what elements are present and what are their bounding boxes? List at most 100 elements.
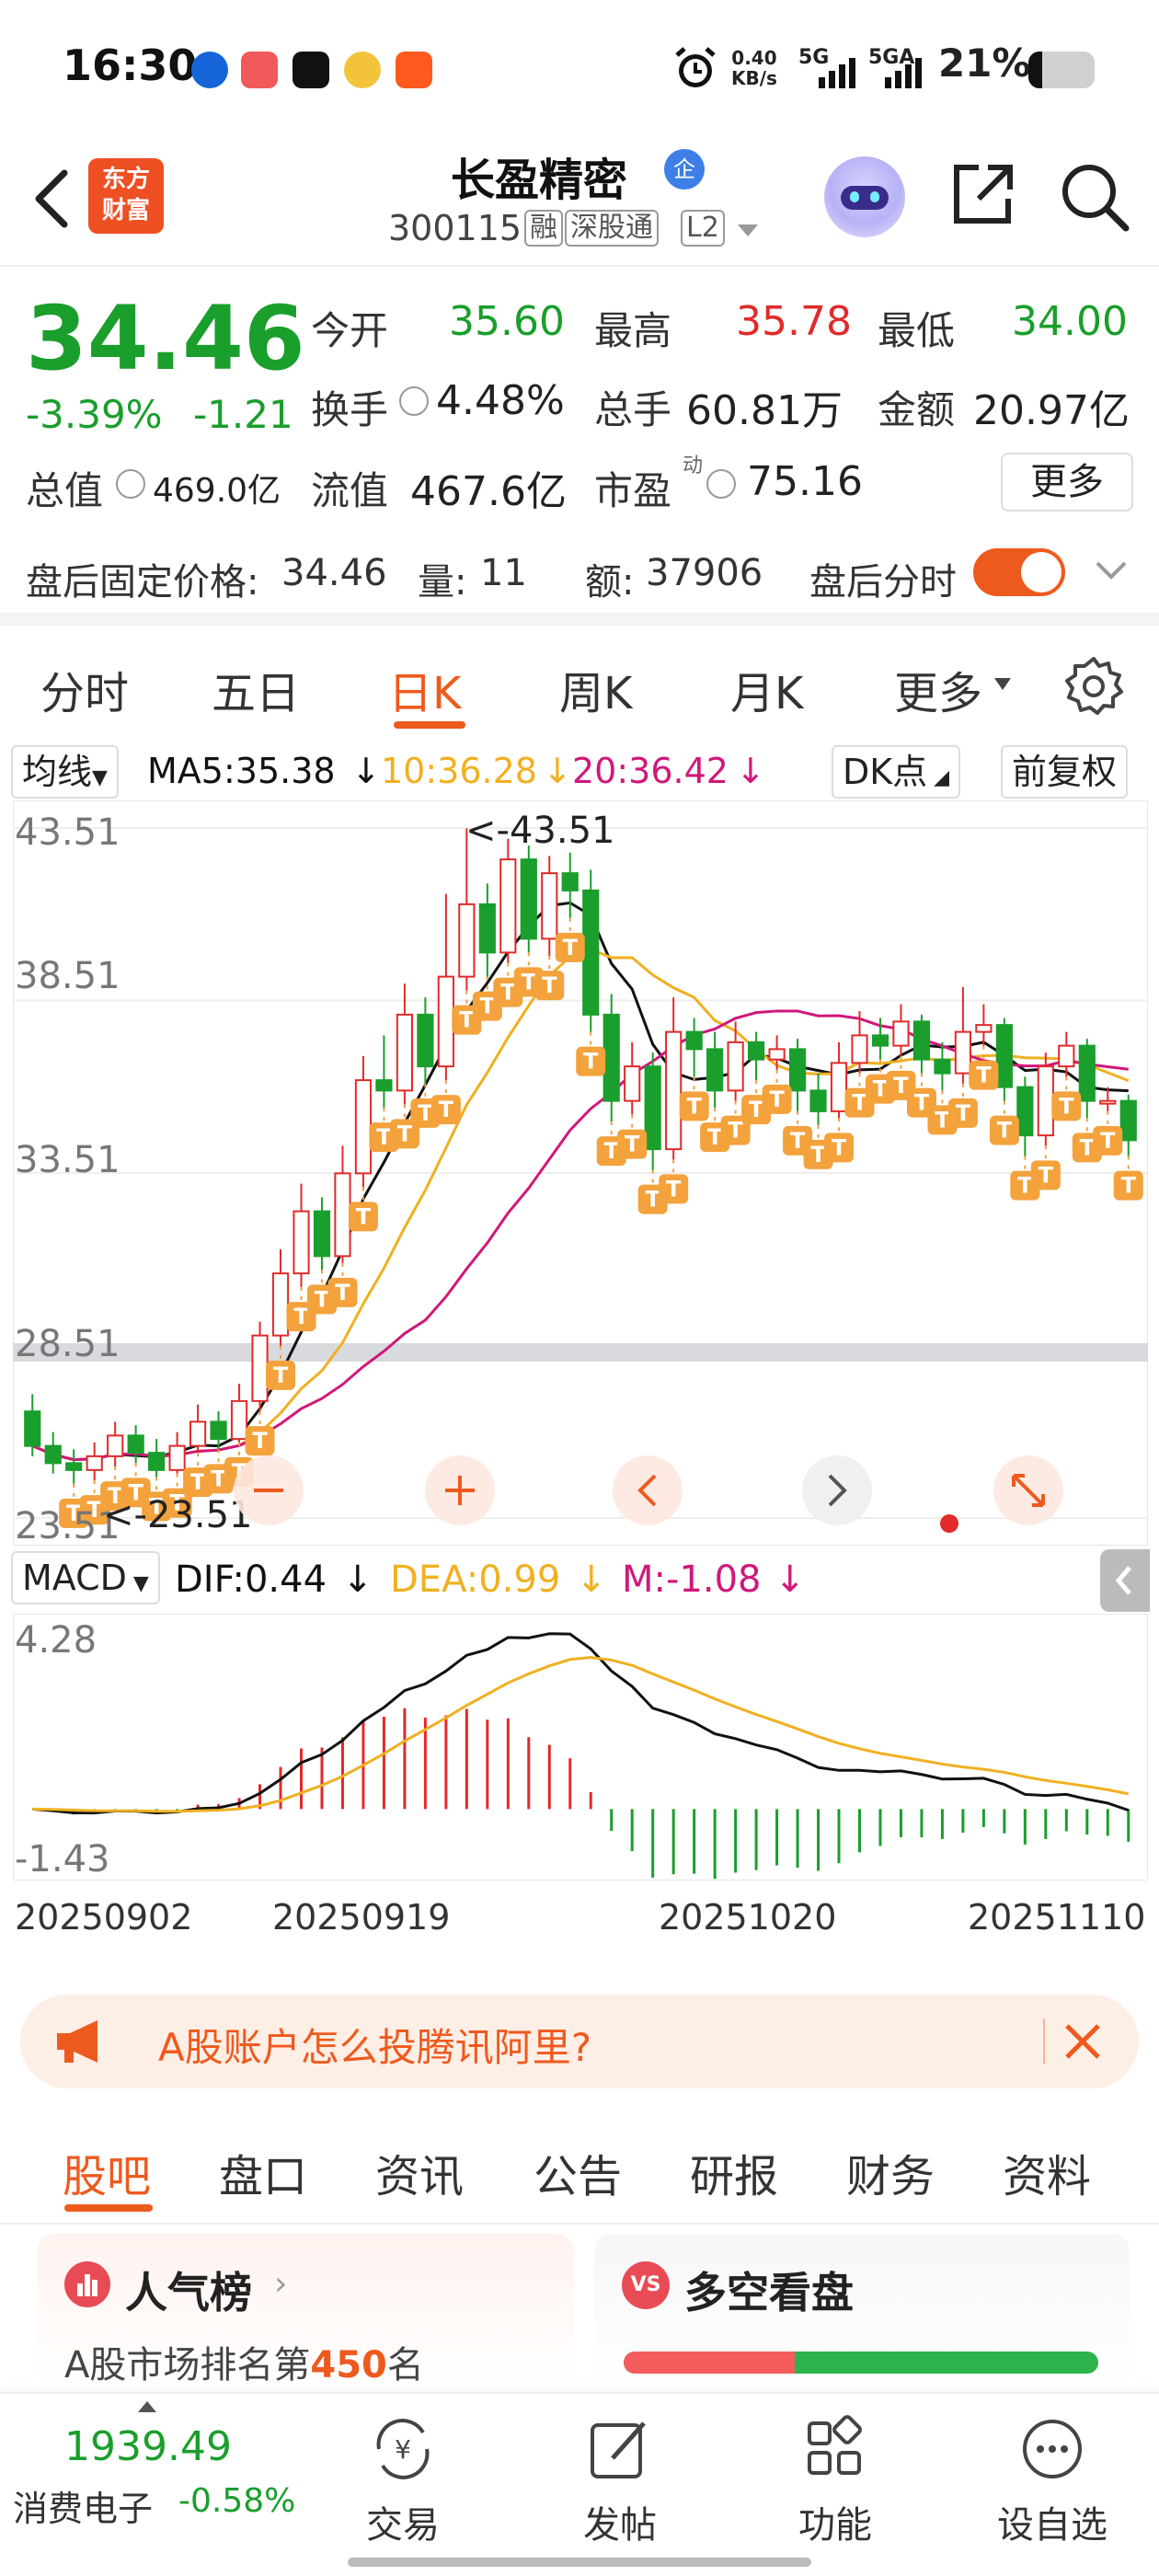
tab-monthly-k[interactable]: 月K <box>730 657 803 721</box>
date-label: 20250919 <box>272 1897 451 1938</box>
signal-t-label: T <box>376 1124 392 1150</box>
tab-timeshare[interactable]: 分时 <box>40 657 129 721</box>
candle-body <box>934 1058 951 1075</box>
dea-arrow: ↓ <box>576 1558 607 1601</box>
popularity-title: 人气榜 <box>125 2268 252 2317</box>
tab-five-day[interactable]: 五日 <box>212 657 300 721</box>
ma-type-selector[interactable]: 均线▼ <box>11 745 119 799</box>
popularity-card[interactable]: 人气榜 › A股市场排名第450名 <box>37 2234 574 2390</box>
pe-superscript: 动 <box>683 454 704 477</box>
candle-body <box>788 1048 807 1092</box>
tab-more[interactable]: 更多 <box>894 657 982 721</box>
quote-panel: 34.46 -3.39% -1.21 今开 35.60 最高 35.78 最低 … <box>0 267 1159 626</box>
ad-banner[interactable]: A股账户怎么投腾讯阿里? <box>20 1995 1139 2088</box>
bull-bear-card[interactable]: VS 多空看盘 <box>594 2234 1130 2390</box>
low-value: 34.00 <box>1012 298 1128 345</box>
share-icon[interactable] <box>947 160 1017 230</box>
kline-chart[interactable]: T TT TT TT TTTTT TTT TT TTTT T TTTT TT TTT TT TTT TTT T… <box>13 800 1148 1546</box>
stock-name: 长盈精密 <box>451 155 628 206</box>
bull-bear-title: 多空看盘 <box>684 2268 854 2317</box>
post-amount-value: 37906 <box>646 552 763 594</box>
pe-value: 75.16 <box>747 458 863 505</box>
macd-chart[interactable]: 4.28 -1.43 <box>13 1614 1148 1880</box>
tab-news[interactable]: 资讯 <box>375 2140 464 2204</box>
turnover-value: 4.48% <box>436 377 565 424</box>
post-button[interactable]: 发帖 <box>546 2412 694 2548</box>
signal-t-label: T <box>666 1176 682 1202</box>
settings-gear-icon[interactable] <box>1061 653 1126 718</box>
open-value: 35.60 <box>449 298 565 345</box>
functions-button[interactable]: 功能 <box>762 2412 909 2548</box>
date-label: 20251020 <box>659 1897 837 1938</box>
macd-y-bottom: -1.43 <box>15 1838 110 1880</box>
enterprise-badge: 企 <box>664 149 705 190</box>
back-arrow-icon[interactable] <box>26 162 81 236</box>
dk-point-button[interactable]: DK点 ◢ <box>832 745 961 799</box>
chevron-down-icon[interactable] <box>1095 559 1128 581</box>
candle-body <box>417 1013 434 1068</box>
ai-assistant-icon[interactable] <box>824 156 905 237</box>
more-button[interactable]: 更多 <box>1001 453 1133 512</box>
signal-t-label: T <box>728 1118 743 1144</box>
signal-t-label: T <box>459 1007 475 1033</box>
tab-daily-k[interactable]: 日K <box>388 657 461 721</box>
candle-body <box>665 1030 683 1151</box>
candle-body <box>541 872 558 940</box>
signal-t-label: T <box>480 994 496 1019</box>
tab-announcements[interactable]: 公告 <box>534 2140 622 2204</box>
candle-body <box>293 1210 310 1275</box>
info-icon[interactable] <box>116 469 145 499</box>
sector-index-widget[interactable]: 1939.49 消费电子 -0.58% <box>6 2401 309 2567</box>
tab-profile[interactable]: 资料 <box>1003 2140 1091 2204</box>
tab-research[interactable]: 研报 <box>690 2140 778 2204</box>
signal-t-label: T <box>315 1286 330 1312</box>
fullscreen-button[interactable] <box>993 1455 1063 1525</box>
dropdown-arrow-icon[interactable] <box>736 223 760 239</box>
high-value: 35.78 <box>736 298 852 345</box>
dropdown-arrow-icon[interactable] <box>993 677 1012 692</box>
info-icon[interactable] <box>706 469 736 499</box>
signal-t-label: T <box>522 969 537 995</box>
tab-guba[interactable]: 股吧 <box>63 2140 151 2204</box>
amount-value: 20.97亿 <box>973 387 1130 434</box>
candle-body <box>230 1399 248 1441</box>
signal-t-label: T <box>356 1203 372 1229</box>
close-icon[interactable] <box>1063 2022 1102 2061</box>
weibo-icon <box>344 52 381 88</box>
reference-band <box>13 1343 1148 1362</box>
zoom-in-button[interactable] <box>425 1455 495 1525</box>
stock-code: 300115 <box>388 208 522 248</box>
signal-t-label: T <box>542 972 557 998</box>
scroll-right-button[interactable] <box>802 1455 872 1525</box>
app-notification-icon <box>191 52 228 88</box>
tab-orderbook[interactable]: 盘口 <box>219 2140 307 2204</box>
volume-label: 总手 <box>594 387 672 432</box>
collapse-panel-button[interactable] <box>1100 1549 1150 1612</box>
signal-t-label: T <box>1121 1173 1137 1199</box>
tab-financials[interactable]: 财务 <box>846 2140 935 2204</box>
signal-t-label: T <box>956 1100 971 1126</box>
ad-text: A股账户怎么投腾讯阿里? <box>158 2025 592 2070</box>
signal-t-label: T <box>914 1090 930 1116</box>
search-icon[interactable] <box>1058 160 1131 234</box>
signal-bars-icon <box>885 58 922 88</box>
post-timeshare-toggle[interactable] <box>973 548 1065 596</box>
indicator-selector[interactable]: MACD ▼ <box>11 1551 160 1604</box>
sector-index-change: -0.58% <box>178 2482 296 2520</box>
signal-t-label: T <box>252 1428 268 1454</box>
info-icon[interactable] <box>399 386 429 416</box>
candle-body <box>313 1210 331 1258</box>
scroll-left-button[interactable] <box>613 1455 683 1525</box>
ranking-icon <box>64 2261 110 2307</box>
tab-weekly-k[interactable]: 周K <box>559 657 632 721</box>
adjust-selector[interactable]: 前复权 <box>1001 745 1129 799</box>
signal-t-label: T <box>273 1363 289 1388</box>
candle-body <box>1078 1044 1096 1102</box>
zoom-out-button[interactable] <box>234 1455 304 1525</box>
signal-t-label: T <box>749 1097 764 1122</box>
trade-button[interactable]: ¥ 交易 <box>329 2412 476 2548</box>
candle-body <box>1037 1065 1054 1137</box>
candle-body <box>602 1013 620 1102</box>
eastmoney-logo[interactable]: 东方 财富 <box>88 158 164 234</box>
add-watchlist-button[interactable]: 设自选 <box>979 2412 1126 2548</box>
